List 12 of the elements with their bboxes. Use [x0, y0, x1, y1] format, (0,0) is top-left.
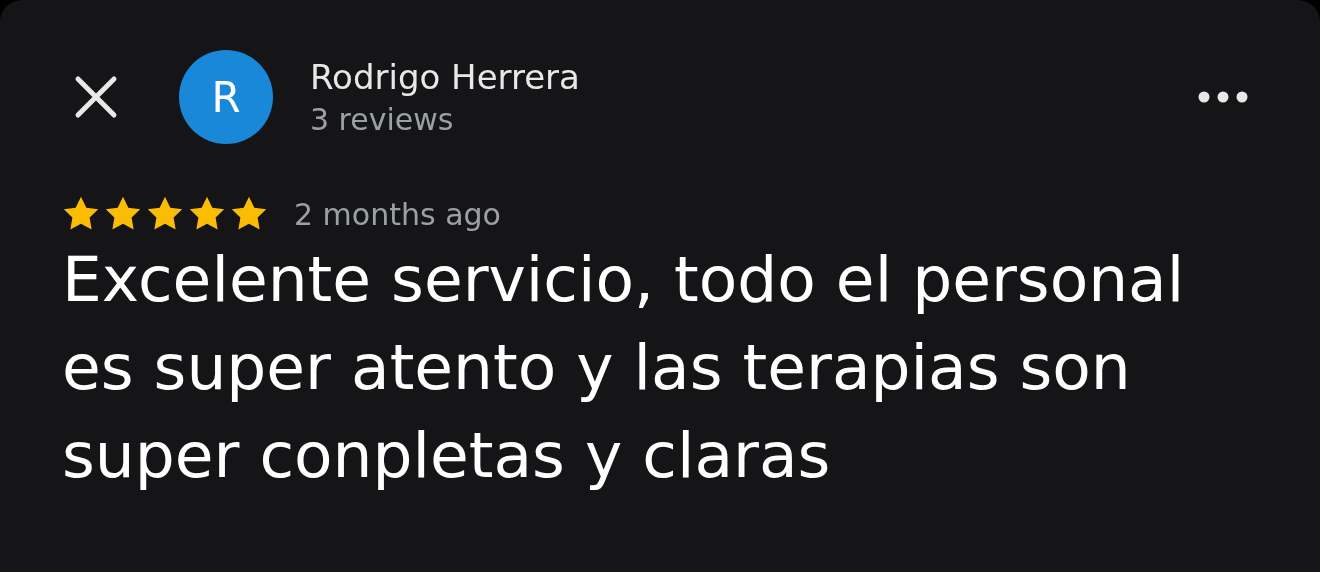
star-icon	[230, 196, 268, 232]
avatar: R	[179, 50, 273, 144]
reviewer-name[interactable]: Rodrigo Herrera	[310, 54, 1198, 100]
star-icon	[188, 196, 226, 232]
star-icon	[146, 196, 184, 232]
review-count: 3 reviews	[310, 101, 455, 139]
review-time: 2 months ago	[294, 196, 501, 232]
star-icon	[104, 196, 142, 232]
star-icon	[62, 196, 100, 232]
review-text: Excelente servicio, todo el personal es super atento y las terapias son super conpletas y claras	[62, 242, 1186, 494]
close-button[interactable]	[74, 75, 118, 119]
more-options-button[interactable]	[1198, 91, 1248, 103]
